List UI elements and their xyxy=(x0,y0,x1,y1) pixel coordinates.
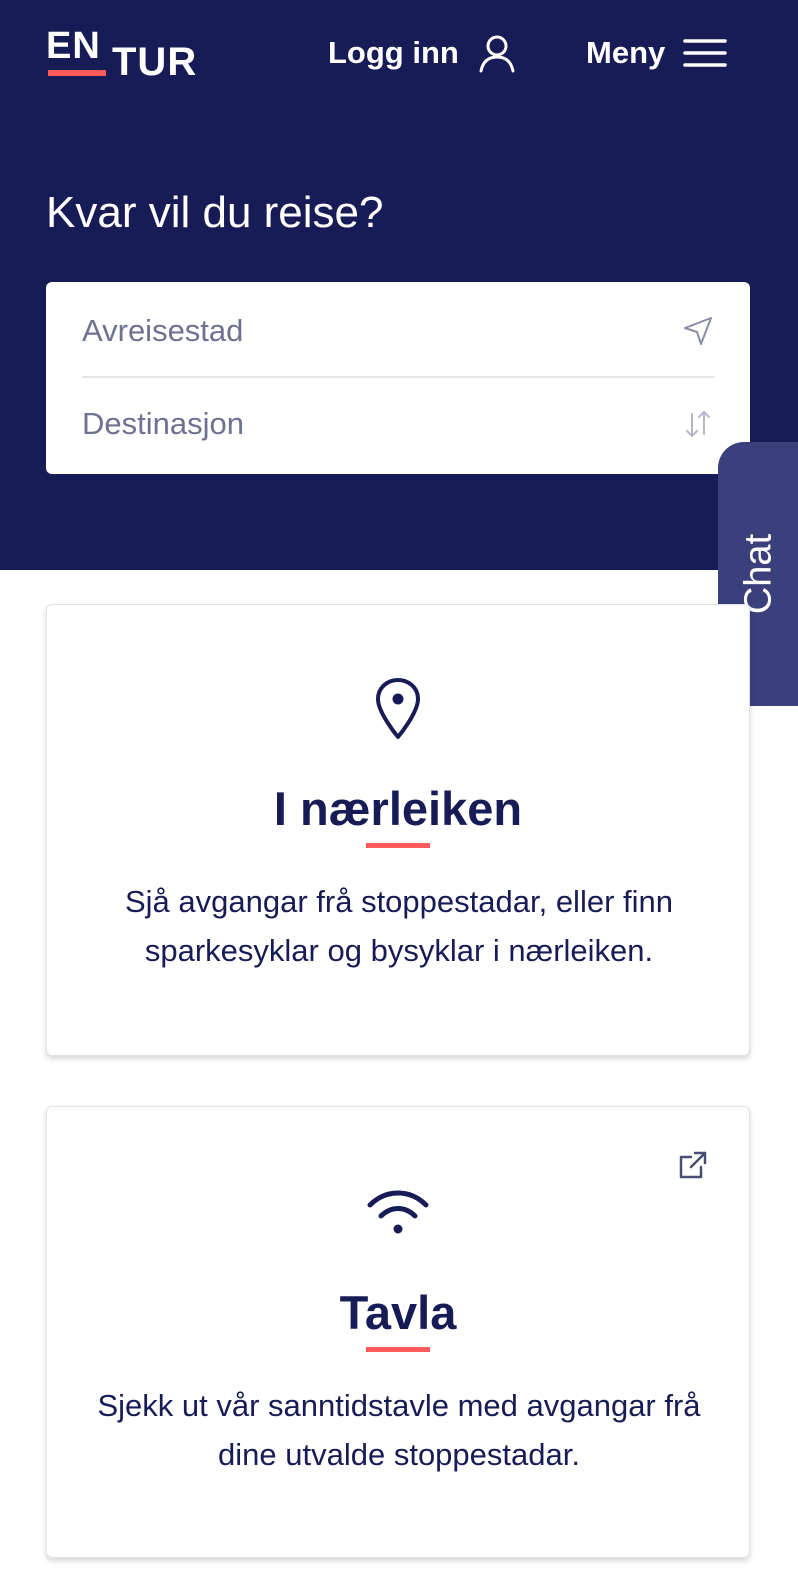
logo-text-tur: TUR xyxy=(112,40,198,84)
from-input[interactable] xyxy=(82,313,642,349)
login-button[interactable]: Logg inn xyxy=(328,30,517,76)
to-field-row xyxy=(82,378,714,470)
menu-button[interactable]: Meny xyxy=(586,30,727,76)
logo-accent-bar xyxy=(48,70,106,76)
location-arrow-icon[interactable] xyxy=(682,315,714,347)
nearby-card-title: I nærleiken xyxy=(273,782,523,835)
chat-label: Chat xyxy=(737,533,780,615)
board-card-title-underline xyxy=(366,1347,430,1352)
user-icon xyxy=(479,35,515,73)
external-link-icon xyxy=(679,1151,707,1179)
nearby-card[interactable]: I nærleiken Sjå avgangar frå stoppestada… xyxy=(46,604,750,1056)
nearby-card-description: Sjå avgangar frå stoppestadar, eller fin… xyxy=(124,884,673,968)
trip-search-form xyxy=(46,282,750,474)
hero-section: EN TUR Logg inn Meny Kvar vil du reise? xyxy=(0,0,798,570)
entur-logo[interactable]: EN TUR xyxy=(46,26,216,86)
board-card-title: Tavla xyxy=(339,1286,457,1339)
board-card[interactable]: Tavla Sjekk ut vår sanntidstavle med avg… xyxy=(46,1106,750,1558)
wifi-icon xyxy=(367,1190,429,1234)
login-label: Logg inn xyxy=(328,35,459,70)
map-pin-icon xyxy=(376,678,420,739)
from-field-row xyxy=(82,286,714,378)
logo-text-en: EN xyxy=(46,25,101,67)
hamburger-menu-icon xyxy=(683,39,727,67)
board-card-description: Sjekk ut vår sanntidstavle med avgangar … xyxy=(97,1388,701,1472)
nearby-card-title-underline xyxy=(366,843,430,848)
search-headline: Kvar vil du reise? xyxy=(46,188,384,237)
menu-label: Meny xyxy=(586,35,666,70)
swap-icon[interactable] xyxy=(682,408,714,440)
to-input[interactable] xyxy=(82,406,642,442)
